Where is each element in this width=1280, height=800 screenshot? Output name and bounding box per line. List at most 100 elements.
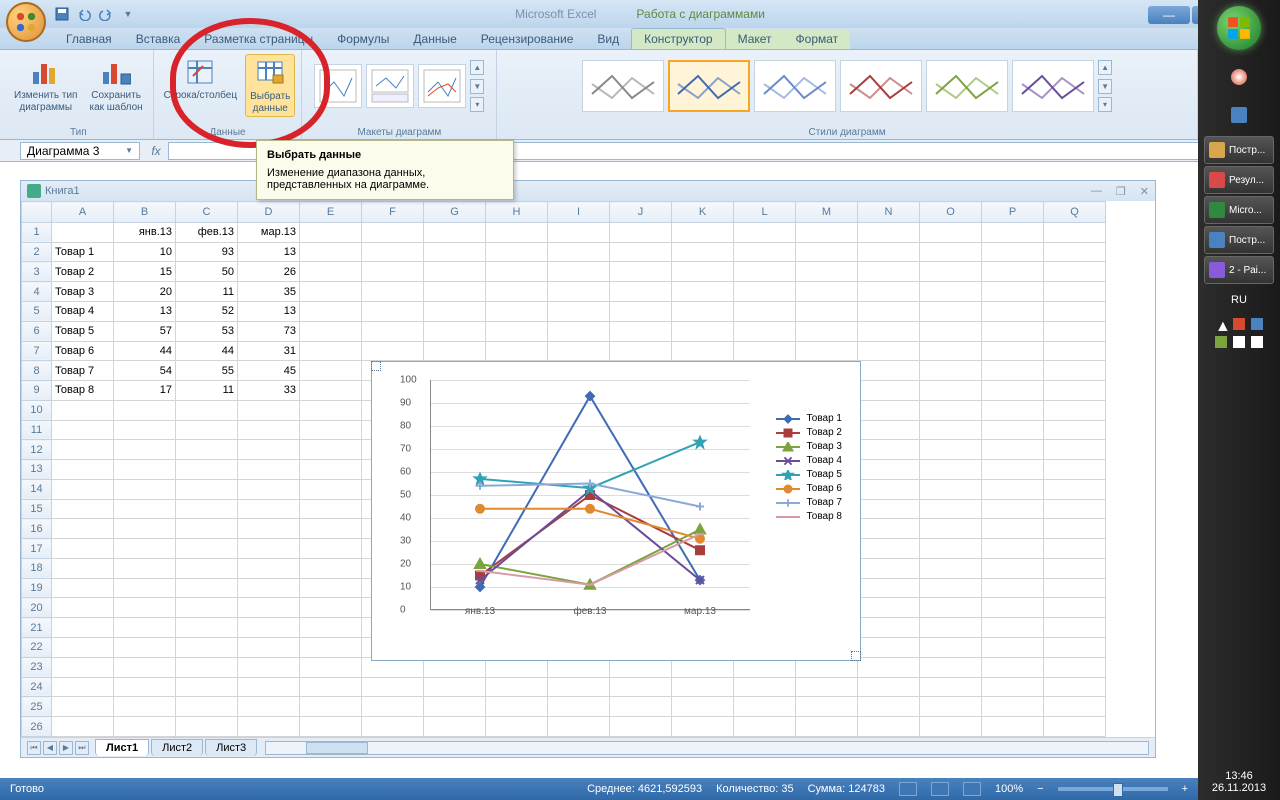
save-icon[interactable] (54, 6, 70, 22)
sheet-tab-Лист2[interactable]: Лист2 (151, 739, 203, 756)
tab-вид[interactable]: Вид (585, 29, 631, 49)
legend-item[interactable]: Товар 3 (776, 441, 842, 452)
select-data-icon (254, 57, 286, 89)
tab-рецензирование[interactable]: Рецензирование (469, 29, 586, 49)
tray-icon-1[interactable] (1233, 318, 1245, 330)
redo-icon[interactable] (98, 6, 114, 22)
legend-item[interactable]: Товар 1 (776, 413, 842, 424)
taskbar-pinned-1[interactable] (1204, 60, 1274, 94)
zoom-out-button[interactable]: − (1037, 783, 1043, 795)
tray-volume-icon[interactable] (1233, 336, 1245, 348)
sheet-nav-last-icon[interactable]: ⏭ (75, 741, 89, 755)
taskbar-item[interactable]: Постр... (1204, 136, 1274, 164)
system-tray[interactable]: ▲ (1209, 318, 1269, 348)
layout-option-2[interactable] (366, 64, 414, 108)
dropdown-icon[interactable]: ▼ (125, 146, 133, 155)
x-tick-label: янв.13 (465, 606, 495, 617)
tray-up-icon[interactable]: ▲ (1215, 318, 1227, 330)
sheet-tab-Лист1[interactable]: Лист1 (95, 739, 149, 756)
y-tick-label: 0 (400, 605, 527, 616)
tab-макет[interactable]: Макет (726, 29, 784, 49)
legend-item[interactable]: Товар 2 (776, 427, 842, 438)
legend-item[interactable]: Товар 6 (776, 483, 842, 494)
layout-option-1[interactable] (314, 64, 362, 108)
legend-item[interactable]: Товар 8 (776, 511, 842, 522)
sheet-tab-Лист3[interactable]: Лист3 (205, 739, 257, 756)
view-break-icon[interactable] (963, 782, 981, 796)
horizontal-scrollbar[interactable] (265, 741, 1149, 755)
yandex-icon (1231, 69, 1247, 85)
taskbar-item[interactable]: Постр... (1204, 226, 1274, 254)
tab-данные[interactable]: Данные (401, 29, 468, 49)
gallery-down-icon[interactable]: ▼ (1098, 79, 1112, 94)
taskbar-clock[interactable]: 13:46 26.11.2013 (1212, 764, 1266, 800)
gallery-up-icon[interactable]: ▲ (1098, 60, 1112, 75)
legend-item[interactable]: Товар 4 (776, 455, 842, 466)
formula-bar-row: Диаграмма 3 ▼ fx (0, 140, 1280, 162)
sheet-nav-prev-icon[interactable]: ◀ (43, 741, 57, 755)
tray-icon-3[interactable] (1215, 336, 1227, 348)
zoom-in-button[interactable]: + (1182, 783, 1188, 795)
gallery-up-icon[interactable]: ▲ (470, 60, 484, 75)
qat-dropdown-icon[interactable]: ▼ (120, 6, 136, 22)
fx-button[interactable]: fx (144, 144, 168, 158)
wb-restore-icon[interactable]: ❐ (1116, 185, 1126, 198)
taskbar-pinned-2[interactable] (1204, 98, 1274, 132)
view-layout-icon[interactable] (931, 782, 949, 796)
change-chart-type-button[interactable]: Изменить тип диаграммы (10, 54, 81, 115)
undo-icon[interactable] (76, 6, 92, 22)
wb-minimize-icon[interactable]: — (1091, 185, 1102, 198)
chart-layouts-gallery[interactable]: ▲ ▼ ▾ (308, 54, 490, 118)
tray-network-icon[interactable] (1251, 336, 1263, 348)
tab-разметка страницы[interactable]: Разметка страницы (192, 29, 325, 49)
legend-item[interactable]: Товар 5 (776, 469, 842, 480)
tab-главная[interactable]: Главная (54, 29, 124, 49)
taskbar-item[interactable]: Micro... (1204, 196, 1274, 224)
taskbar-item[interactable]: 2 - Pai... (1204, 256, 1274, 284)
minimize-button[interactable]: — (1148, 6, 1190, 24)
layout-option-3[interactable] (418, 64, 466, 108)
chart-legend[interactable]: Товар 1 Товар 2 Товар 3 Товар 4 Товар 5 Товар… (776, 410, 842, 525)
legend-item[interactable]: Товар 7 (776, 497, 842, 508)
chart-style-6[interactable] (1012, 60, 1094, 112)
wb-close-icon[interactable]: ✕ (1140, 185, 1149, 198)
gallery-more-icon[interactable]: ▾ (1098, 97, 1112, 112)
tab-формулы[interactable]: Формулы (325, 29, 401, 49)
chart-style-1[interactable] (582, 60, 664, 112)
tab-конструктор[interactable]: Конструктор (631, 28, 725, 49)
view-normal-icon[interactable] (899, 782, 917, 796)
sheet-nav-first-icon[interactable]: ⏮ (27, 741, 41, 755)
chart-object[interactable]: Товар 1 Товар 2 Товар 3 Товар 4 Товар 5 Товар… (371, 361, 861, 661)
office-button[interactable] (6, 2, 46, 42)
ribbon-tabs: ГлавнаяВставкаРазметка страницыФормулыДа… (0, 28, 1280, 50)
sheet-nav-next-icon[interactable]: ▶ (59, 741, 73, 755)
chart-style-4[interactable] (840, 60, 922, 112)
group-label-layouts: Макеты диаграмм (308, 125, 490, 139)
tab-вставка[interactable]: Вставка (124, 29, 193, 49)
group-label-styles: Стили диаграмм (503, 125, 1190, 139)
language-indicator[interactable]: RU (1231, 294, 1247, 306)
chart-styles-gallery[interactable]: ▲ ▼ ▾ (576, 54, 1118, 118)
template-icon (100, 56, 132, 88)
switch-row-column-button[interactable]: Строка/столбец (160, 54, 241, 104)
workbook-title: Книга1 (45, 185, 80, 197)
select-data-button[interactable]: Выбрать данные (245, 54, 295, 117)
app-icon (1231, 107, 1247, 123)
zoom-slider[interactable] (1058, 787, 1168, 791)
gallery-more-icon[interactable]: ▾ (470, 97, 484, 112)
start-button[interactable] (1217, 6, 1261, 50)
contextual-title: Работа с диаграммами (636, 7, 765, 21)
gallery-down-icon[interactable]: ▼ (470, 79, 484, 94)
chart-style-2[interactable] (668, 60, 750, 112)
group-label-type: Тип (10, 125, 147, 139)
y-tick-label: 90 (400, 398, 527, 409)
tray-icon-2[interactable] (1251, 318, 1263, 330)
chart-style-5[interactable] (926, 60, 1008, 112)
workbook-titlebar[interactable]: Книга1 — ❐ ✕ (21, 181, 1155, 201)
tab-формат[interactable]: Формат (784, 29, 851, 49)
chart-style-3[interactable] (754, 60, 836, 112)
taskbar-item[interactable]: Резул... (1204, 166, 1274, 194)
save-as-template-button[interactable]: Сохранить как шаблон (85, 54, 146, 115)
name-box[interactable]: Диаграмма 3 ▼ (20, 142, 140, 160)
app-title: Microsoft Excel (515, 7, 596, 21)
